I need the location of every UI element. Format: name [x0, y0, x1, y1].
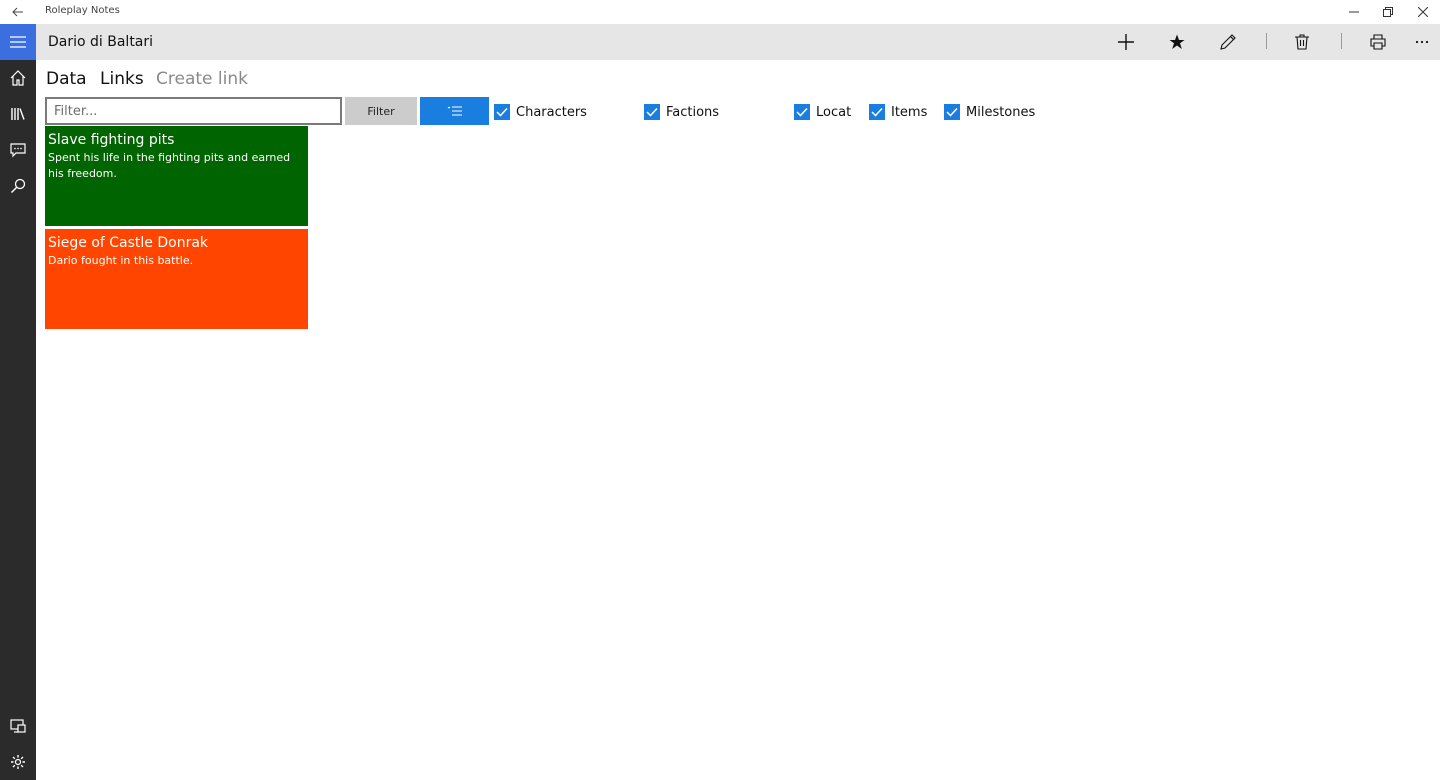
checkbox-milestones[interactable]: Milestones — [944, 103, 1035, 121]
minimize-icon — [1349, 11, 1359, 13]
link-card[interactable]: Siege of Castle Donrak Dario fought in t… — [45, 229, 308, 329]
back-arrow-icon — [12, 7, 23, 17]
checkmark-icon — [644, 104, 660, 120]
link-card-description: Spent his life in the fighting pits and … — [48, 151, 291, 180]
devices-button[interactable] — [0, 708, 36, 744]
minimize-button[interactable] — [1337, 0, 1371, 24]
checkbox-label: Factions — [666, 104, 720, 120]
link-card-title: Slave fighting pits — [48, 132, 175, 148]
delete-button[interactable] — [1282, 24, 1322, 60]
checkmark-icon — [869, 104, 885, 120]
hamburger-menu-button[interactable] — [0, 24, 36, 60]
print-icon — [1370, 34, 1386, 50]
edit-pencil-icon — [1220, 34, 1236, 50]
gear-icon — [11, 755, 25, 769]
star-icon — [1169, 34, 1185, 49]
library-icon — [11, 108, 25, 120]
add-icon — [1118, 34, 1134, 50]
filter-button[interactable]: Filter — [345, 97, 417, 125]
search-button[interactable] — [0, 168, 36, 204]
checkbox-label: Characters — [516, 104, 587, 120]
checkbox-label: Items — [891, 104, 928, 120]
home-button[interactable] — [0, 60, 36, 96]
tab-create-link[interactable]: Create link — [156, 69, 248, 89]
device-sync-icon — [10, 719, 26, 733]
checkbox-factions[interactable]: Factions — [644, 103, 719, 121]
checkbox-characters[interactable]: Characters — [494, 103, 587, 121]
library-button[interactable] — [0, 96, 36, 132]
search-icon — [10, 178, 26, 194]
hamburger-icon — [10, 36, 26, 48]
favorite-button[interactable] — [1157, 24, 1197, 60]
messages-button[interactable] — [0, 132, 36, 168]
checkmark-icon — [794, 104, 810, 120]
print-button[interactable] — [1358, 24, 1398, 60]
home-icon — [10, 70, 26, 86]
close-icon — [1418, 7, 1428, 17]
app-title: Roleplay Notes — [45, 5, 120, 16]
filter-input[interactable] — [45, 97, 342, 125]
page-title: Dario di Baltari — [48, 34, 154, 50]
back-button[interactable] — [0, 0, 36, 24]
command-separator — [1266, 33, 1267, 49]
restore-button[interactable] — [1371, 0, 1405, 24]
checkbox-locations[interactable]: Locat — [794, 103, 851, 121]
checkmark-icon — [494, 104, 510, 120]
command-separator — [1341, 33, 1342, 49]
checkbox-items[interactable]: Items — [869, 103, 927, 121]
delete-icon — [1295, 34, 1309, 50]
link-card-description: Dario fought in this battle. — [48, 254, 194, 267]
close-button[interactable] — [1406, 0, 1440, 24]
title-bar: Roleplay Notes — [0, 0, 1440, 24]
tab-links[interactable]: Links — [100, 69, 144, 89]
more-icon — [1415, 40, 1429, 44]
navigation-rail — [0, 24, 36, 780]
chat-icon — [10, 143, 26, 158]
restore-icon — [1383, 7, 1393, 17]
add-button[interactable] — [1106, 24, 1146, 60]
checkbox-label: Locat — [816, 104, 852, 120]
command-bar: Dario di Baltari — [36, 24, 1440, 60]
link-card[interactable]: Slave fighting pits Spent his life in th… — [45, 126, 308, 226]
settings-button[interactable] — [0, 744, 36, 780]
link-card-title: Siege of Castle Donrak — [48, 235, 209, 251]
checkbox-label: Milestones — [966, 104, 1036, 120]
tab-data[interactable]: Data — [46, 69, 87, 89]
more-button[interactable] — [1402, 24, 1440, 60]
sort-list-icon — [447, 106, 462, 116]
edit-button[interactable] — [1208, 24, 1248, 60]
sort-button[interactable] — [420, 97, 489, 125]
checkmark-icon — [944, 104, 960, 120]
